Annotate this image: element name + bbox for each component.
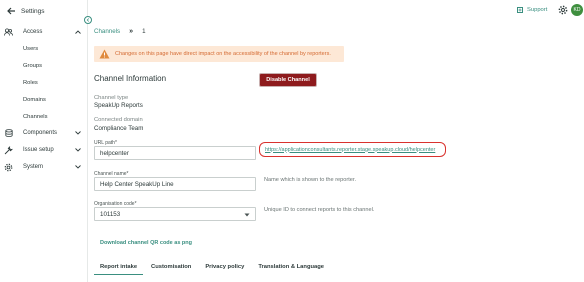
channel-name-hint: Name which is shown to the reporter.	[264, 177, 357, 183]
sidebar-item-users[interactable]: Users	[23, 44, 38, 54]
warning-icon	[99, 49, 110, 59]
url-path-input[interactable]: helpcenter	[94, 146, 256, 160]
url-link-highlight: https://applicationconsultants.reporter.…	[259, 142, 446, 157]
section-title: Channel Information	[94, 74, 167, 83]
warning-text: Changes on this page have direct impact …	[115, 51, 331, 57]
sidebar: Settings Access Users Groups Roles Domai…	[0, 0, 88, 282]
double-chevron-right-icon: »	[129, 27, 134, 35]
tab-customisation[interactable]: Customisation	[145, 259, 197, 275]
sidebar-item-label: System	[23, 164, 44, 170]
support-link[interactable]: Support	[517, 5, 547, 15]
sidebar-item-components[interactable]: Components	[0, 127, 88, 139]
sidebar-item-access[interactable]: Access	[0, 26, 88, 38]
sidebar-item-domains[interactable]: Domains	[23, 95, 46, 105]
org-code-select[interactable]: 101153	[94, 207, 256, 221]
channel-type-value: SpeakUp Reports	[94, 102, 143, 109]
disable-channel-button[interactable]: Disable Channel	[260, 74, 316, 86]
gear-icon	[4, 163, 13, 172]
download-qr-link[interactable]: Download channel QR code as png	[100, 240, 192, 246]
sidebar-item-system[interactable]: System	[0, 161, 88, 173]
caret-down-icon	[244, 212, 250, 217]
chevron-up-icon	[75, 29, 81, 35]
org-code-hint: Unique ID to connect reports to this cha…	[264, 207, 375, 213]
arrow-left-icon[interactable]	[6, 6, 16, 16]
database-icon	[4, 129, 13, 138]
tab-privacy-policy[interactable]: Privacy policy	[199, 259, 250, 275]
breadcrumb-current: 1	[142, 27, 146, 35]
sidebar-item-label: Components	[23, 130, 58, 136]
channel-name-input[interactable]: Help Center SpeakUp Line	[94, 177, 256, 191]
sidebar-item-channels[interactable]: Channels	[23, 112, 48, 122]
settings-gear-icon[interactable]	[558, 5, 568, 15]
org-code-value: 101153	[100, 210, 121, 218]
chevron-down-icon	[75, 147, 81, 153]
chevron-icon	[86, 18, 90, 22]
support-label: Support	[527, 7, 548, 13]
sidebar-item-roles[interactable]: Roles	[23, 78, 38, 88]
collapse-sidebar-button[interactable]	[84, 16, 92, 24]
sidebar-item-label: Issue setup	[23, 147, 54, 153]
sidebar-title: Settings	[21, 7, 45, 15]
support-icon	[517, 7, 523, 13]
sidebar-item-groups[interactable]: Groups	[23, 61, 42, 71]
avatar[interactable]: KD	[571, 4, 583, 16]
sidebar-header[interactable]: Settings	[6, 6, 45, 16]
breadcrumb: Channels » 1	[94, 26, 146, 36]
tab-translation-language[interactable]: Translation & Language	[252, 259, 330, 275]
channel-type-label: Channel type	[94, 95, 129, 101]
tab-report-intake[interactable]: Report intake	[94, 259, 144, 275]
breadcrumb-channels-link[interactable]: Channels	[94, 28, 120, 35]
channel-url-link[interactable]: https://applicationconsultants.reporter.…	[265, 147, 435, 153]
settings-tabs: Report intake Customisation Privacy poli…	[94, 259, 332, 275]
chevron-down-icon	[75, 164, 81, 170]
warning-banner: Changes on this page have direct impact …	[94, 46, 344, 62]
chevron-down-icon	[75, 130, 81, 136]
connected-domain-label: Connected domain	[94, 117, 143, 123]
sidebar-item-label: Access	[23, 29, 43, 35]
sidebar-item-issue-setup[interactable]: Issue setup	[0, 144, 88, 156]
users-icon	[4, 28, 13, 37]
connected-domain-value: Compliance Team	[94, 125, 144, 132]
wrench-icon	[4, 145, 13, 155]
